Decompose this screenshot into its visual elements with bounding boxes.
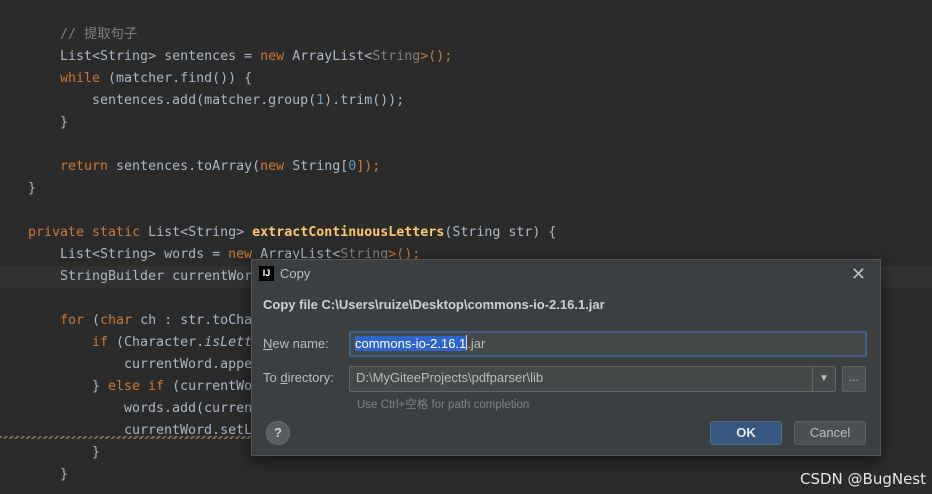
code-line-sentences-decl: List<String> sentences = new ArrayList<S…: [60, 49, 453, 64]
cancel-button[interactable]: Cancel: [794, 421, 866, 445]
new-name-label: New name:: [263, 336, 329, 351]
code-line-method-signature: private static List<String> extractConti…: [28, 225, 557, 240]
directory-value: D:\MyGiteeProjects\pdfparser\lib: [356, 370, 544, 385]
close-icon[interactable]: ✕: [851, 264, 866, 284]
code-line-close-while: }: [60, 115, 69, 130]
code-line-return: return sentences.toArray(new String[0]);: [60, 159, 381, 174]
chevron-down-icon[interactable]: ▼: [812, 367, 835, 391]
code-line-append: currentWord.appe: [124, 357, 253, 372]
code-line-setlength: currentWord.setL: [124, 423, 253, 438]
code-line-while: while (matcher.find()) {: [60, 71, 253, 86]
new-name-extension: .jar: [467, 336, 486, 351]
code-line-close-for: }: [60, 467, 69, 482]
to-directory-combobox[interactable]: D:\MyGiteeProjects\pdfparser\lib ▼: [349, 366, 836, 392]
intellij-app-icon: IJ: [259, 266, 274, 281]
csdn-watermark: CSDN @BugNest: [800, 470, 926, 488]
dialog-title: Copy: [280, 266, 311, 281]
path-completion-hint: Use Ctrl+空格 for path completion: [357, 399, 530, 411]
help-icon[interactable]: ?: [266, 421, 290, 445]
code-line-add-sentence: sentences.add(matcher.group(1).trim());: [92, 93, 405, 108]
code-line-else-if: } else if (currentWo: [92, 379, 253, 394]
code-line-if: if (Character.isLett: [92, 335, 253, 350]
to-directory-label: To directory:: [263, 370, 334, 385]
ok-button[interactable]: OK: [710, 421, 782, 445]
code-line-close-method: }: [28, 181, 37, 196]
new-name-input[interactable]: commons-io-2.16.1.jar: [349, 331, 867, 357]
browse-button[interactable]: ...: [842, 366, 866, 392]
code-line-words-add: words.add(curren: [124, 401, 253, 416]
code-line-stringbuilder: StringBuilder currentWor: [60, 269, 253, 284]
code-line-for: for (char ch : str.toCha: [60, 313, 253, 328]
copy-file-heading: Copy file C:\Users\ruize\Desktop\commons…: [263, 297, 605, 312]
code-line-close-if: }: [92, 445, 101, 460]
dialog-title-bar[interactable]: IJ Copy ✕: [252, 260, 880, 288]
copy-dialog: IJ Copy ✕ Copy file C:\Users\ruize\Deskt…: [251, 259, 881, 456]
new-name-selection: commons-io-2.16.1: [355, 336, 467, 351]
code-line-comment: // 提取句子: [60, 27, 138, 42]
